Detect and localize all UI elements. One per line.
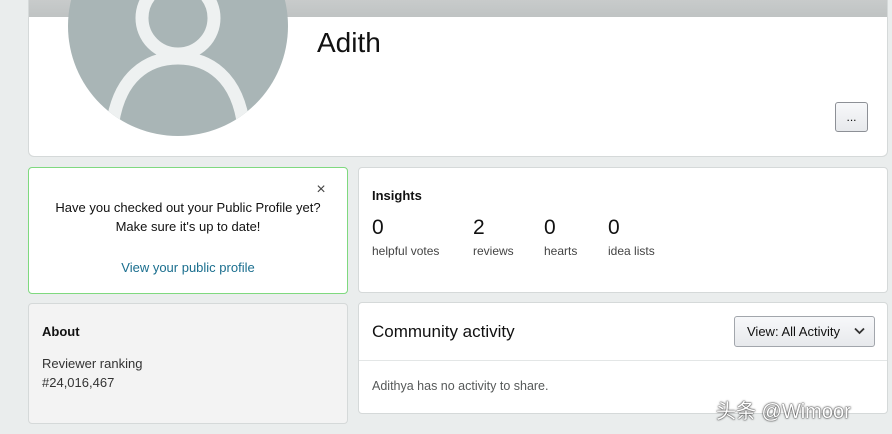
activity-filter-value: View: All Activity xyxy=(747,324,840,339)
reviewer-ranking-value: #24,016,467 xyxy=(42,375,115,390)
chevron-down-icon xyxy=(854,327,865,335)
stat-hearts: 0 hearts xyxy=(544,216,577,258)
avatar[interactable] xyxy=(68,0,288,136)
stat-value: 0 xyxy=(372,216,384,239)
insights-title: Insights xyxy=(372,188,422,203)
stat-label: helpful votes xyxy=(372,244,440,258)
notice-message: Have you checked out your Public Profile… xyxy=(29,198,347,236)
profile-name: Adith xyxy=(317,27,381,58)
close-icon[interactable]: × xyxy=(313,182,329,198)
stat-helpful-votes: 0 helpful votes xyxy=(372,216,439,258)
user-silhouette-icon xyxy=(105,0,251,129)
notice-line-1: Have you checked out your Public Profile… xyxy=(55,200,321,215)
activity-title: Community activity xyxy=(372,322,515,341)
stat-value: 0 xyxy=(544,216,556,239)
notice-line-2: Make sure it's up to date! xyxy=(115,219,261,234)
activity-header: Community activity View: All Activity xyxy=(359,303,887,361)
stat-label: reviews xyxy=(473,244,514,258)
more-options-button[interactable]: ... xyxy=(835,102,868,132)
about-title: About xyxy=(42,324,80,339)
profile-page: Adith ... × Have you checked out your Pu… xyxy=(0,0,892,434)
stat-value: 0 xyxy=(608,216,620,239)
watermark: 头条 @Wimoor xyxy=(716,401,851,423)
stat-label: hearts xyxy=(544,244,578,258)
about-card: About Reviewer ranking #24,016,467 xyxy=(28,303,348,424)
profile-header-card: Adith ... xyxy=(28,0,888,157)
stat-label: idea lists xyxy=(608,244,655,258)
activity-filter-dropdown[interactable]: View: All Activity xyxy=(734,316,875,347)
stat-idea-lists: 0 idea lists xyxy=(608,216,655,258)
activity-empty-message: Adithya has no activity to share. xyxy=(372,379,549,393)
reviewer-ranking-label: Reviewer ranking xyxy=(42,356,143,371)
view-public-profile-link[interactable]: View your public profile xyxy=(29,260,347,275)
stat-reviews: 2 reviews xyxy=(473,216,514,258)
stat-value: 2 xyxy=(473,216,485,239)
insights-card: Insights 0 helpful votes 2 reviews 0 hea… xyxy=(358,167,888,293)
public-profile-notice: × Have you checked out your Public Profi… xyxy=(28,167,348,294)
